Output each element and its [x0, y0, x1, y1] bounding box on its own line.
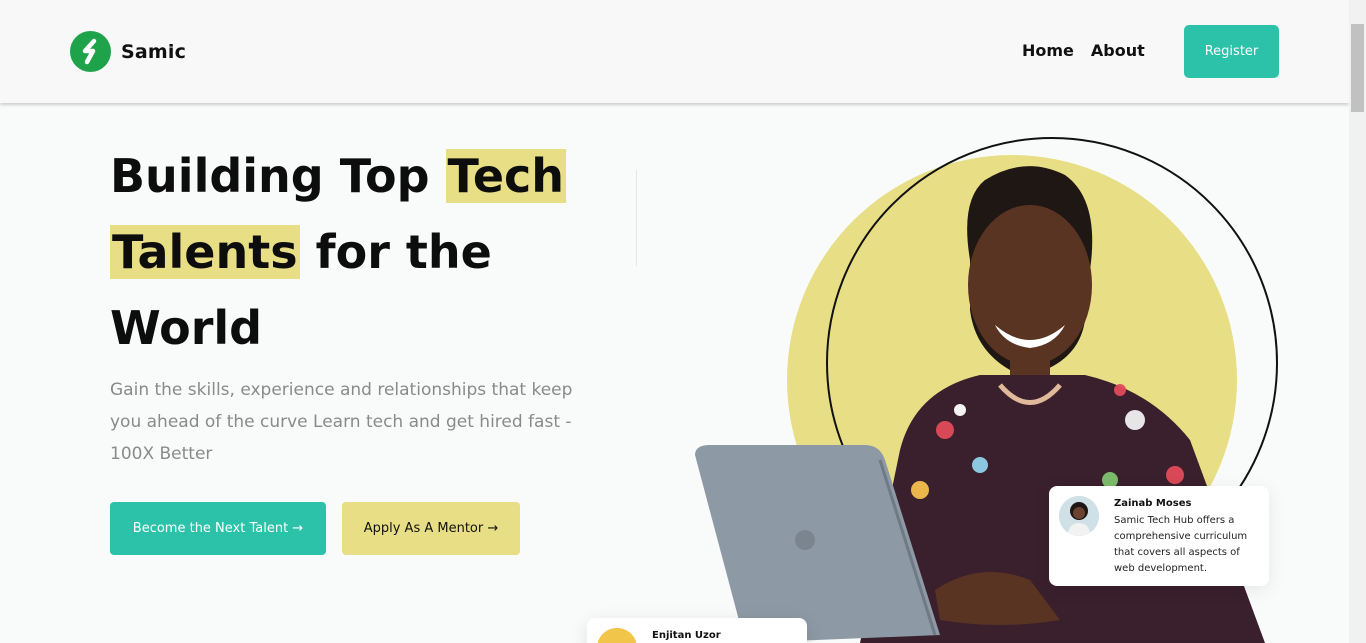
testimonial-avatar: [1059, 496, 1099, 536]
testimonial-text: Samic Tech Hub offers a comprehensive cu…: [1114, 515, 1248, 574]
nav-about-link[interactable]: About: [1091, 41, 1145, 60]
hero-description: Gain the skills, experience and relation…: [110, 380, 573, 464]
hero-title-part3: World: [110, 301, 263, 355]
laptop-logo: [795, 530, 815, 550]
hero-title: Building Top Tech Talents for the World: [110, 138, 610, 366]
hero-title-part2: for the: [299, 225, 492, 279]
brand-logo[interactable]: Samic: [70, 31, 186, 72]
page-scrollbar[interactable]: [1349, 0, 1366, 643]
become-talent-button[interactable]: Become the Next Talent →: [110, 502, 326, 555]
navbar: Samic Home About Register: [0, 0, 1349, 103]
hero-title-highlight-talents: Talents: [110, 225, 300, 279]
hero-title-highlight-tech: Tech: [445, 149, 567, 203]
testimonial-name-2: Enjitan Uzor: [652, 630, 721, 641]
scrollbar-thumb[interactable]: [1351, 24, 1364, 112]
register-button[interactable]: Register: [1184, 25, 1279, 78]
testimonial-avatar-2: [597, 628, 637, 643]
testimonial-card: Zainab Moses Samic Tech Hub offers a com…: [1049, 486, 1269, 586]
testimonial-name: Zainab Moses: [1114, 498, 1192, 509]
apply-mentor-button[interactable]: Apply As A Mentor →: [342, 502, 520, 555]
hero-title-part1: Building Top: [110, 149, 446, 203]
brand-name: Samic: [121, 40, 187, 63]
samic-logo-icon: [70, 31, 111, 72]
nav-links: Home About: [1022, 41, 1145, 60]
testimonial-card-2: Enjitan Uzor: [587, 618, 807, 643]
decorative-divider: [636, 170, 637, 266]
nav-home-link[interactable]: Home: [1022, 41, 1074, 60]
